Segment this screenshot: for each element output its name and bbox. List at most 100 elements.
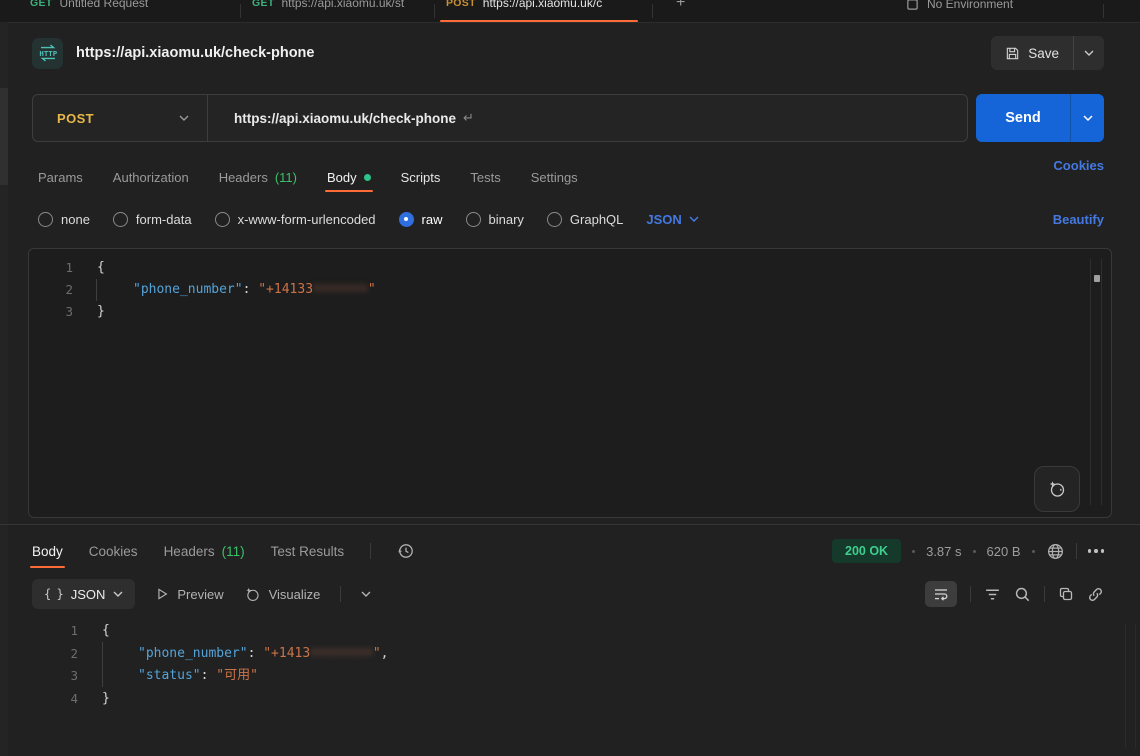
preview-button[interactable]: Preview: [155, 587, 223, 602]
response-body-viewer[interactable]: 1 { 2 "phone_number": "+1413••••••••", 3…: [28, 618, 1112, 756]
mode-binary[interactable]: binary: [466, 212, 524, 227]
response-size[interactable]: 620 B: [987, 544, 1021, 559]
visualize-button[interactable]: Visualize: [244, 586, 321, 603]
chevron-down-icon: [1083, 115, 1093, 121]
status-badge[interactable]: 200 OK: [832, 539, 901, 563]
code-line: 2 "phone_number": "+14133•••••••": [29, 279, 1111, 301]
dot-separator: [973, 550, 976, 553]
raw-format-select[interactable]: JSON: [646, 212, 698, 227]
sparkle-circle-icon: [1047, 479, 1067, 499]
request-tab-2[interactable]: GET https://api.xiaomu.uk/st: [252, 0, 404, 10]
copy-link-button[interactable]: [1087, 586, 1104, 603]
wrap-text-button[interactable]: [925, 581, 957, 607]
tab-method-badge: POST: [446, 0, 476, 9]
mode-raw[interactable]: raw: [399, 212, 443, 227]
globe-icon: [1046, 542, 1065, 561]
section-divider: [0, 524, 1140, 525]
radio-icon: [547, 212, 562, 227]
tab-label: Tests: [470, 170, 500, 185]
format-label: JSON: [71, 587, 106, 602]
send-options-button[interactable]: [1071, 94, 1104, 142]
tab-label: Scripts: [401, 170, 441, 185]
tab-title: https://api.xiaomu.uk/c: [483, 0, 602, 10]
editor-scrollbar-track[interactable]: [1090, 259, 1102, 505]
tab-authorization[interactable]: Authorization: [113, 158, 189, 196]
mode-graphql[interactable]: GraphQL: [547, 212, 623, 227]
editor-scrollbar-handle[interactable]: [1094, 275, 1100, 282]
response-tab-test-results[interactable]: Test Results: [271, 532, 345, 570]
beautify-link[interactable]: Beautify: [1053, 212, 1104, 227]
braces-icon: { }: [44, 587, 63, 601]
request-tab-3-active[interactable]: POST https://api.xiaomu.uk/c: [446, 0, 602, 10]
body-mode-row: none form-data x-www-form-urlencoded raw…: [38, 202, 1104, 236]
response-tab-body[interactable]: Body: [32, 532, 63, 570]
code-lines: 1 { 2 "phone_number": "+14133•••••••" 3 …: [29, 249, 1111, 323]
response-time[interactable]: 3.87 s: [926, 544, 961, 559]
tab-headers[interactable]: Headers (11): [219, 158, 297, 196]
save-options-button[interactable]: [1074, 36, 1104, 70]
code-line: 4 }: [28, 688, 1112, 711]
method-select[interactable]: POST: [33, 111, 207, 126]
mode-label: form-data: [136, 212, 192, 227]
mode-x-www-form-urlencoded[interactable]: x-www-form-urlencoded: [215, 212, 376, 227]
response-view-options-button[interactable]: [361, 591, 371, 597]
filter-button[interactable]: [984, 587, 1001, 602]
token-colon: :: [248, 646, 264, 661]
environment-selector[interactable]: No Environment: [906, 0, 1013, 11]
response-tab-cookies[interactable]: Cookies: [89, 532, 138, 570]
return-icon: ↵: [463, 110, 474, 126]
tab-scripts[interactable]: Scripts: [401, 158, 441, 196]
more-options-button[interactable]: [1088, 549, 1105, 553]
tab-method-badge: GET: [252, 0, 275, 9]
mode-none[interactable]: none: [38, 212, 90, 227]
search-icon: [1014, 586, 1031, 603]
divider: [970, 586, 971, 602]
token-colon: :: [201, 668, 217, 683]
postbot-button[interactable]: [1034, 466, 1080, 512]
send-button[interactable]: Send: [976, 94, 1070, 142]
response-tab-headers[interactable]: Headers (11): [164, 532, 245, 570]
token-string: ": [368, 282, 376, 297]
filter-icon: [984, 587, 1001, 602]
format-label: JSON: [646, 212, 681, 227]
mode-label: raw: [422, 212, 443, 227]
tab-params[interactable]: Params: [38, 158, 83, 196]
response-history-button[interactable]: [397, 542, 415, 560]
mode-form-data[interactable]: form-data: [113, 212, 192, 227]
tab-label: Body: [327, 170, 357, 185]
request-body-editor[interactable]: 1 { 2 "phone_number": "+14133•••••••" 3 …: [28, 248, 1112, 518]
mode-label: x-www-form-urlencoded: [238, 212, 376, 227]
code-lines: 1 { 2 "phone_number": "+1413••••••••", 3…: [28, 618, 1112, 710]
tab-label: Settings: [531, 170, 578, 185]
radio-icon: [215, 212, 230, 227]
tab-settings[interactable]: Settings: [531, 158, 578, 196]
has-content-dot: [364, 174, 371, 181]
divider: [1044, 586, 1045, 602]
response-format-select[interactable]: { } JSON: [32, 579, 135, 609]
tab-label: Headers: [164, 544, 215, 559]
mode-label: none: [61, 212, 90, 227]
token-brace: }: [102, 691, 110, 706]
save-button[interactable]: Save: [991, 36, 1073, 70]
tab-tests[interactable]: Tests: [470, 158, 500, 196]
token-brace: {: [102, 623, 110, 638]
token-key: "phone_number": [133, 282, 243, 297]
search-response-button[interactable]: [1014, 586, 1031, 603]
tab-label: Cookies: [89, 544, 138, 559]
environment-icon: [906, 0, 919, 11]
line-number: 1: [28, 620, 94, 643]
preview-label: Preview: [177, 587, 223, 602]
new-tab-button[interactable]: +: [676, 0, 685, 12]
url-input[interactable]: https://api.xiaomu.uk/check-phone ↵: [208, 110, 474, 126]
network-info-button[interactable]: [1046, 542, 1065, 561]
method-label: POST: [57, 111, 94, 126]
request-tab-1[interactable]: GET Untitled Request: [30, 0, 148, 10]
tab-body[interactable]: Body: [327, 158, 371, 196]
cookies-link[interactable]: Cookies: [1053, 158, 1104, 196]
save-split-button: Save: [991, 36, 1104, 70]
tab-divider: [652, 4, 653, 18]
response-scrollbar-track[interactable]: [1125, 624, 1136, 748]
copy-response-button[interactable]: [1058, 586, 1074, 602]
line-number: 2: [28, 643, 94, 666]
url-bar-row: POST https://api.xiaomu.uk/check-phone ↵…: [8, 88, 1140, 148]
